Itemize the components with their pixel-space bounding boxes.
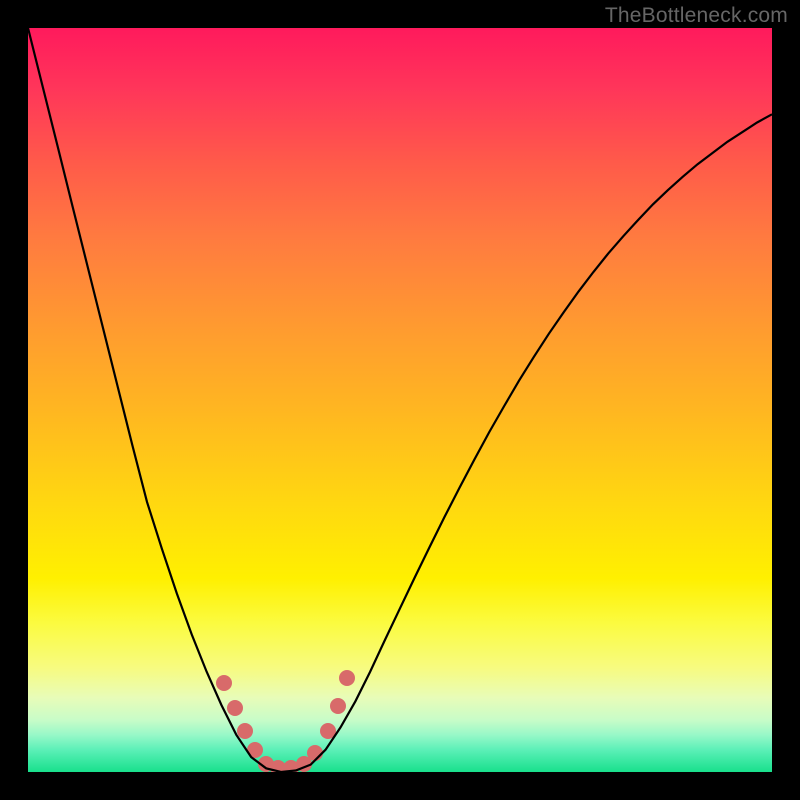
bottleneck-curve	[28, 28, 772, 772]
marker-cluster	[216, 670, 355, 772]
curve-layer	[28, 28, 772, 772]
chart-container: TheBottleneck.com	[0, 0, 800, 800]
plot-area	[28, 28, 772, 772]
watermark-text: TheBottleneck.com	[605, 4, 788, 28]
